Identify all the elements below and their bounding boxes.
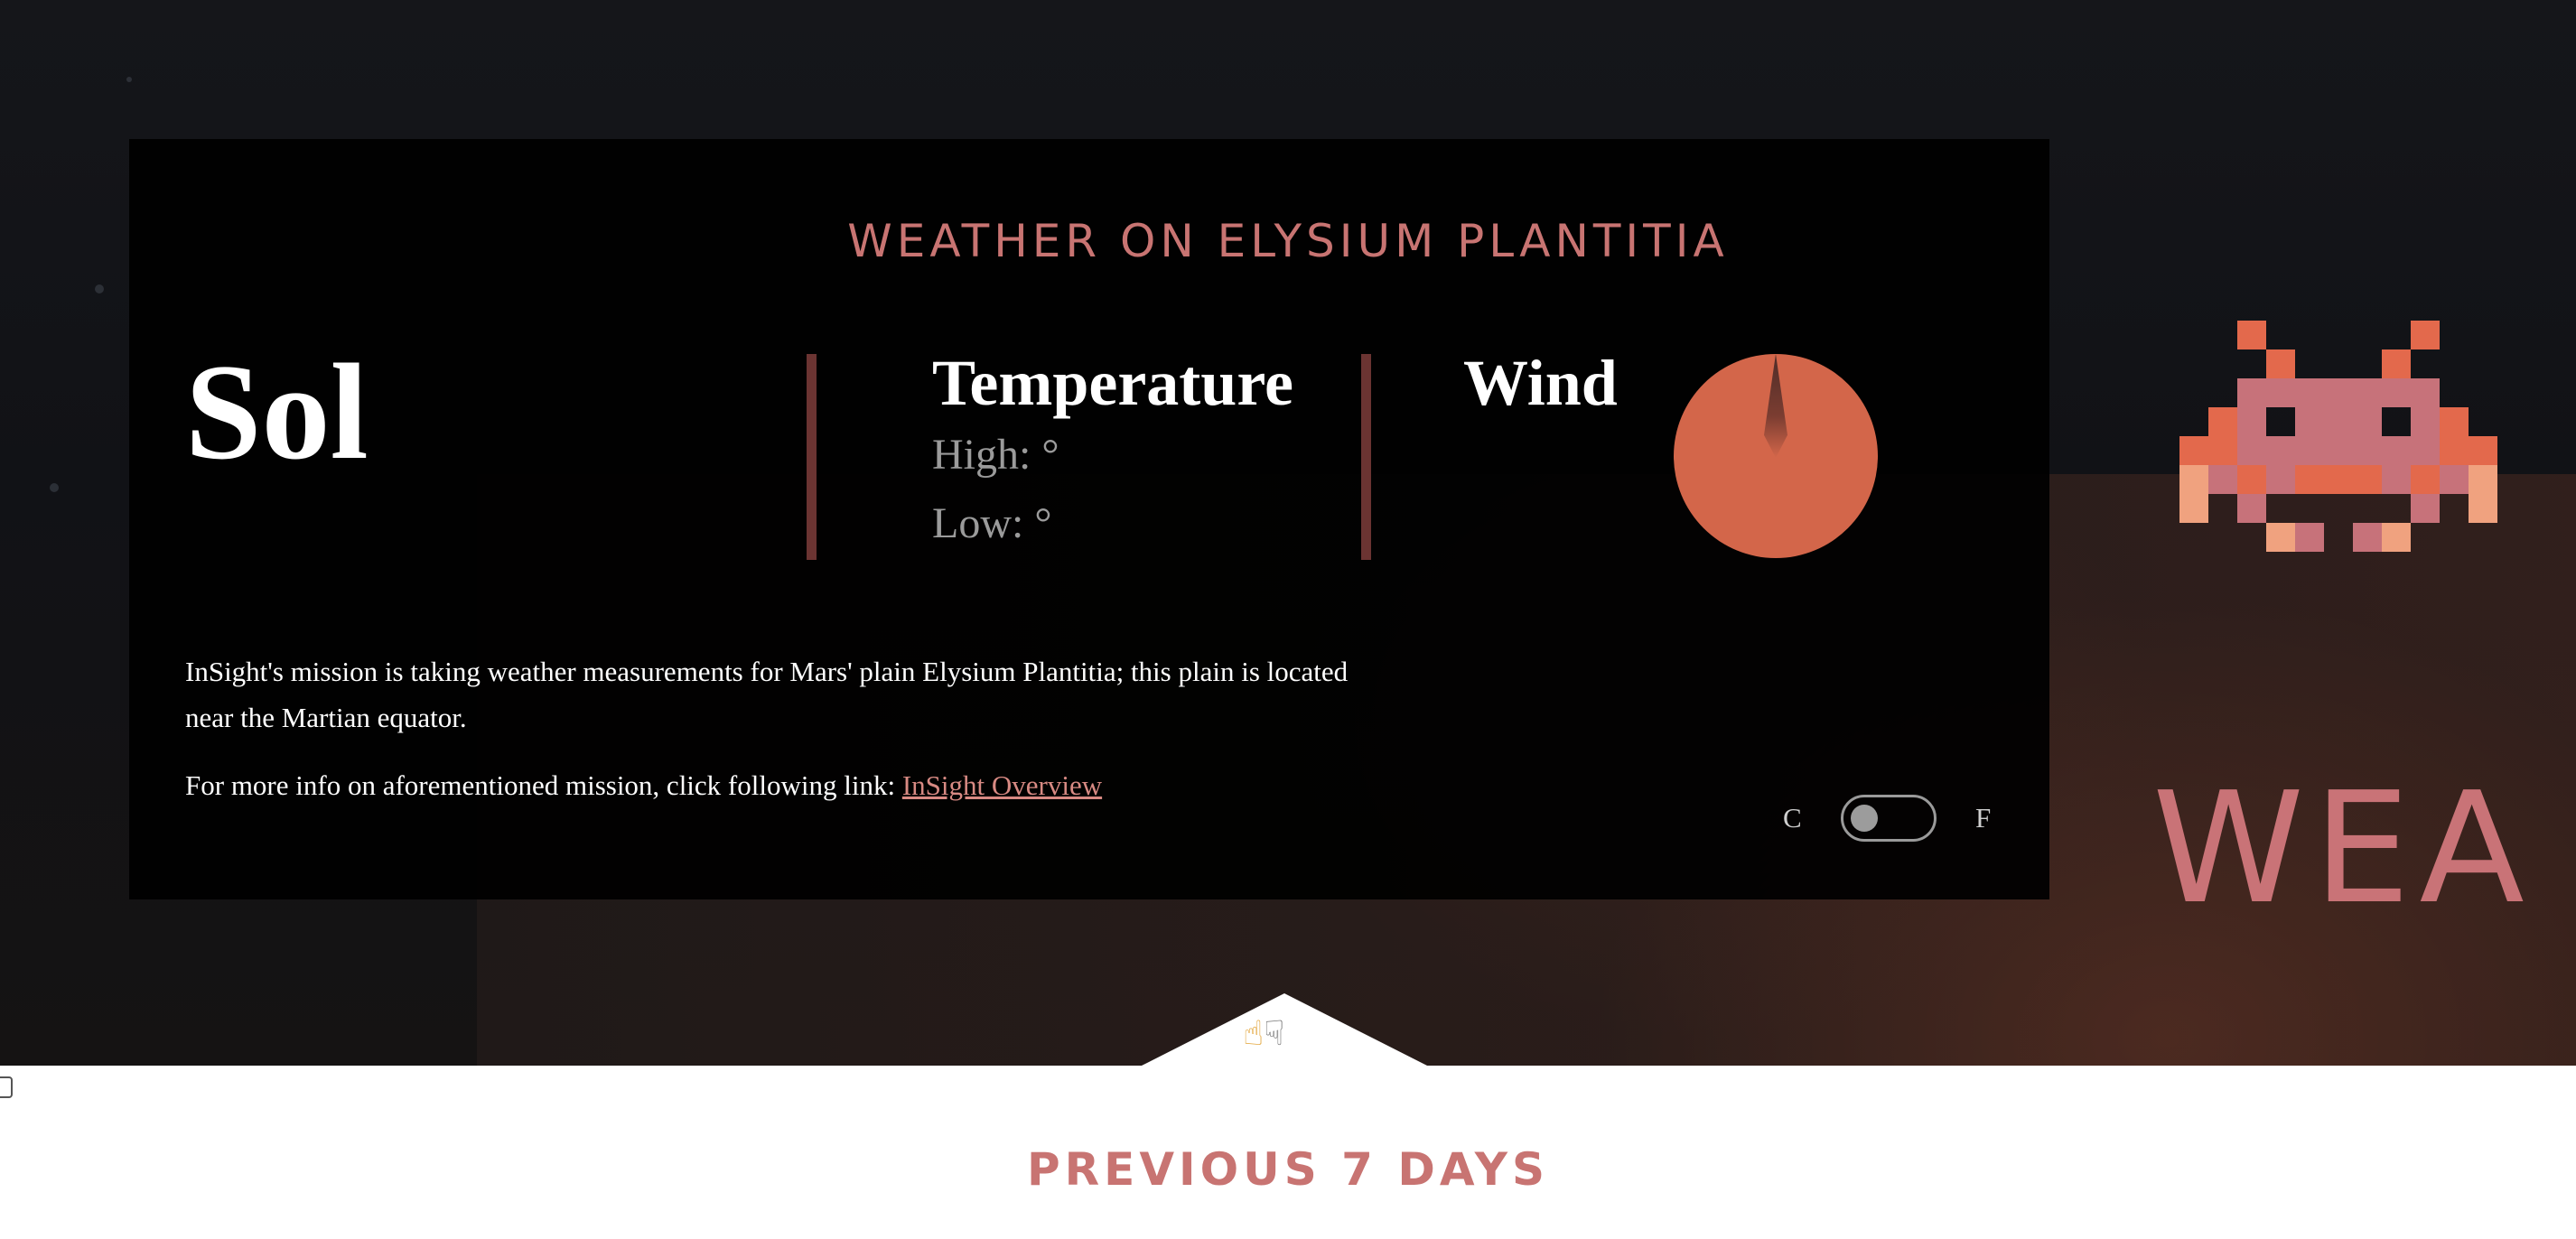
invader-pixel	[2440, 436, 2469, 465]
invader-pixel	[2411, 465, 2440, 494]
invader-pixel	[2237, 436, 2266, 465]
invader-pixel	[2382, 378, 2411, 407]
invader-pixel	[2295, 407, 2324, 436]
invader-pixel	[2266, 378, 2295, 407]
invader-pixel	[2411, 321, 2440, 349]
invader-pixel	[2411, 436, 2440, 465]
invader-pixel	[2411, 407, 2440, 436]
invader-pixel	[2295, 523, 2324, 552]
invader-pixel	[2440, 407, 2469, 436]
mission-description: InSight's mission is taking weather meas…	[185, 656, 1349, 733]
unit-toggle[interactable]	[1841, 795, 1937, 842]
invader-pixel	[2266, 465, 2295, 494]
invader-pixel	[2208, 436, 2237, 465]
invader-pixel	[2353, 378, 2382, 407]
invader-pixel	[2324, 465, 2353, 494]
background-star	[50, 483, 59, 492]
invader-pixel	[2411, 494, 2440, 523]
compass-icon	[1674, 354, 1878, 558]
sol-heading: Sol	[185, 336, 369, 488]
invader-pixel	[2295, 465, 2324, 494]
toggle-knob	[1851, 805, 1878, 832]
compass-needle	[1764, 354, 1787, 458]
hero-section: WEATHER ON ELYSIUM PLANTITIA Sol Tempera…	[0, 0, 2576, 1066]
invader-pixel	[2382, 465, 2411, 494]
invader-pixel	[2266, 436, 2295, 465]
divider	[807, 354, 817, 560]
background-star	[95, 284, 104, 293]
unit-celsius-label: C	[1783, 802, 1802, 834]
invader-pixel	[2237, 407, 2266, 436]
temperature-heading: Temperature	[932, 347, 1293, 419]
invader-pixel	[2295, 436, 2324, 465]
invader-pixel	[2469, 436, 2497, 465]
temperature-low: Low: °	[932, 499, 1052, 547]
invader-pixel	[2353, 436, 2382, 465]
invader-pixel	[2382, 349, 2411, 378]
background-star	[126, 77, 132, 82]
invader-pixel	[2295, 378, 2324, 407]
invader-pixel	[2353, 407, 2382, 436]
pointing-down-icon: ☟	[1264, 1013, 1285, 1053]
invader-pixel	[2179, 436, 2208, 465]
insight-overview-link[interactable]: InSight Overview	[902, 769, 1102, 801]
invader-pixel	[2353, 523, 2382, 552]
unit-fahrenheit-label: F	[1975, 802, 1992, 834]
invader-pixel	[2382, 436, 2411, 465]
invader-pixel	[2266, 349, 2295, 378]
invader-pixel	[2469, 465, 2497, 494]
invader-pixel	[2237, 494, 2266, 523]
wind-heading: Wind	[1463, 347, 1618, 419]
invader-pixel	[2324, 407, 2353, 436]
temperature-high: High: °	[932, 431, 1059, 479]
space-invader-icon	[2179, 321, 2499, 553]
invader-pixel	[2411, 378, 2440, 407]
invader-pixel	[2440, 465, 2469, 494]
invader-pixel	[2208, 465, 2237, 494]
more-info-prefix: For more info on aforementioned mission,…	[185, 769, 896, 801]
invader-pixel	[2237, 321, 2266, 349]
invader-pixel	[2324, 378, 2353, 407]
invader-pixel	[2353, 465, 2382, 494]
pointing-up-icon: ☝	[1243, 1013, 1265, 1053]
tab-icons[interactable]: ☝☟	[1243, 1016, 1284, 1050]
previous-days-heading: PREVIOUS 7 DAYS	[1027, 1143, 1549, 1196]
invader-pixel	[2208, 407, 2237, 436]
invader-pixel	[2179, 465, 2208, 494]
invader-pixel	[2382, 523, 2411, 552]
background-title-text: WEA	[2152, 759, 2534, 938]
previous-days-checkbox[interactable]	[0, 1076, 13, 1098]
invader-pixel	[2266, 523, 2295, 552]
invader-pixel	[2324, 436, 2353, 465]
invader-pixel	[2237, 465, 2266, 494]
more-info-text: For more info on aforementioned mission,…	[185, 769, 1102, 802]
page-title: WEATHER ON ELYSIUM PLANTITIA	[847, 215, 1729, 267]
invader-pixel	[2237, 378, 2266, 407]
divider	[1361, 354, 1371, 560]
invader-pixel	[2179, 494, 2208, 523]
invader-pixel	[2469, 494, 2497, 523]
